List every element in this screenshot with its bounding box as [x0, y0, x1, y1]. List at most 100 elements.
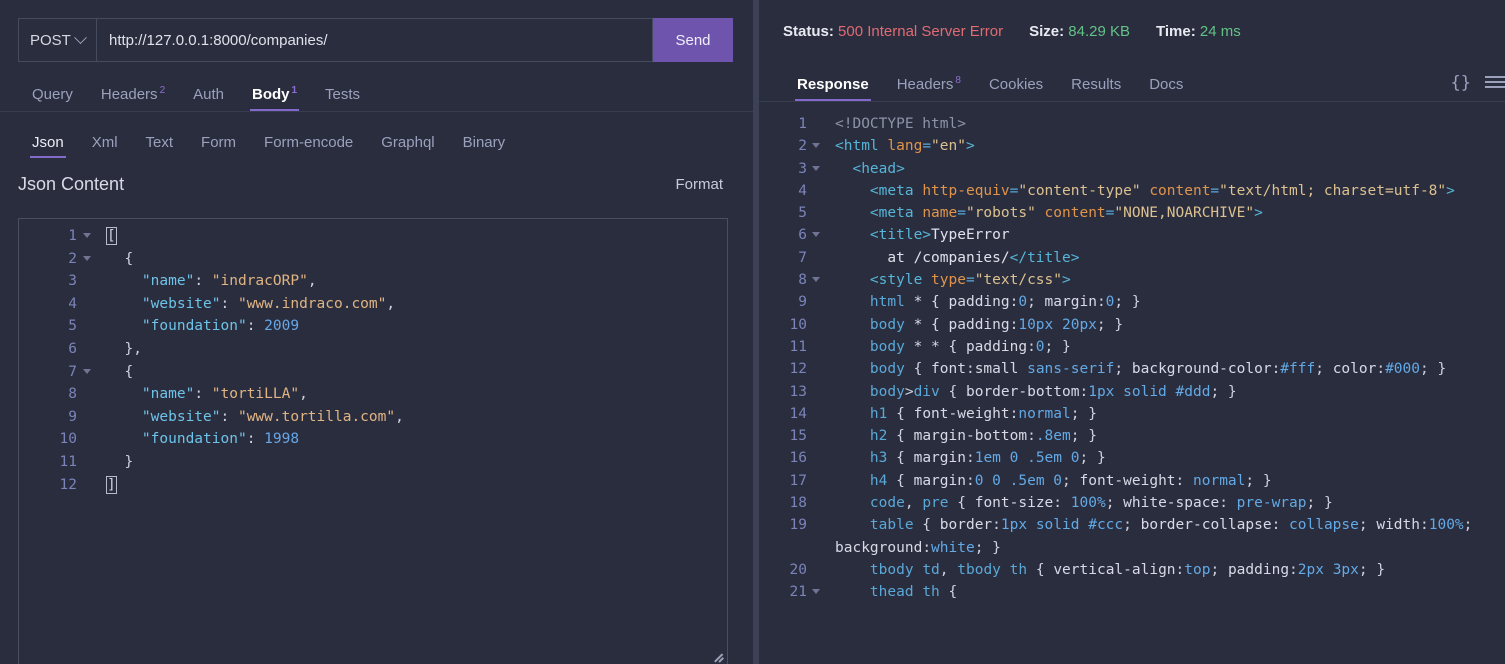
fold-arrow-icon[interactable]	[812, 165, 820, 171]
format-button[interactable]: Format	[675, 176, 723, 193]
code-token: pre	[922, 495, 949, 512]
code-line[interactable]: body * { padding:10px 20px; }	[835, 314, 1505, 336]
request-tab-auth[interactable]: Auth	[179, 87, 238, 111]
body-tab-text[interactable]: Text	[132, 135, 188, 158]
body-tab-binary[interactable]: Binary	[449, 135, 520, 158]
code-line[interactable]: body>div { border-bottom:1px solid #ddd;…	[835, 381, 1505, 403]
code-line[interactable]: body { font:small sans-serif; background…	[835, 358, 1505, 380]
size-indicator: Size: 84.29 KB	[1029, 23, 1130, 40]
fold-arrow-icon[interactable]	[812, 232, 820, 238]
code-line[interactable]: "name": "tortiLLA",	[107, 383, 727, 406]
code-line[interactable]: <title>TypeError	[835, 224, 1505, 246]
response-tab-results[interactable]: Results	[1057, 77, 1135, 101]
code-line[interactable]: "website": "www.tortilla.com",	[107, 406, 727, 429]
time-value: 24 ms	[1199, 22, 1241, 40]
code-line[interactable]: }	[107, 451, 727, 474]
fold-arrow-icon[interactable]	[83, 233, 91, 238]
code-token: ,	[307, 273, 317, 290]
response-line-numbers: 1 2 3 4 5 6 7 8 9 10 11 12 13 14 15 16 17 18 19 20 21	[759, 113, 821, 604]
code-line[interactable]: h2 { margin-bottom:.8em; }	[835, 425, 1505, 447]
code-line[interactable]: "website": "www.indraco.com",	[107, 293, 727, 316]
fold-arrow-icon[interactable]	[812, 589, 820, 595]
code-line[interactable]: table { border:1px solid #ccc; border-co…	[835, 514, 1505, 559]
json-body-editor[interactable]: 1 2 3 4 5 6 7 8 9 10 11 12 [ { "name": "indracORP",…	[18, 218, 728, 664]
code-token: "en"	[931, 138, 966, 155]
code-line[interactable]: ]	[106, 474, 727, 497]
rest-client-window: POST Send QueryHeaders2AuthBody1Tests Js…	[0, 0, 1505, 664]
code-token: {	[913, 517, 940, 534]
response-code-lines[interactable]: <!DOCTYPE html> <html lang="en"> <head> <…	[821, 113, 1505, 604]
code-line[interactable]: },	[107, 338, 727, 361]
fold-arrow-icon[interactable]	[812, 143, 820, 149]
body-tab-json[interactable]: Json	[18, 135, 78, 158]
code-token: ; }	[974, 539, 1001, 556]
request-tab-headers[interactable]: Headers 2	[87, 86, 179, 111]
code-token: ; }	[1306, 495, 1333, 512]
response-tab-docs[interactable]: Docs	[1135, 77, 1197, 101]
code-token: padding	[948, 316, 1010, 333]
code-line[interactable]: code, pre { font-size: 100%; white-space…	[835, 492, 1505, 514]
request-tab-body[interactable]: Body 1	[238, 86, 311, 111]
code-line[interactable]: html * { padding:0; margin:0; }	[835, 291, 1505, 313]
body-tab-graphql[interactable]: Graphql	[367, 135, 448, 158]
code-line[interactable]: <html lang="en">	[835, 135, 1505, 157]
code-token: ,	[299, 386, 308, 403]
code-line[interactable]: h4 { margin:0 0 .5em 0; font-weight: nor…	[835, 470, 1505, 492]
code-token: "foundation"	[141, 318, 247, 335]
code-line[interactable]: <style type="text/css">	[835, 269, 1505, 291]
code-line[interactable]: h3 { margin:1em 0 .5em 0; }	[835, 447, 1505, 469]
code-token: th	[922, 584, 940, 601]
fold-arrow-icon[interactable]	[83, 368, 91, 374]
response-tab-response[interactable]: Response	[783, 77, 883, 101]
response-body[interactable]: 1 2 3 4 5 6 7 8 9 10 11 12 13 14 15 16 17 18 19 20 21 <!DOCT…	[759, 110, 1505, 664]
http-method-select[interactable]: POST	[18, 18, 96, 62]
code-line[interactable]: at /companies/</title>	[835, 247, 1505, 269]
format-json-icon[interactable]: {}	[1437, 73, 1485, 101]
line-number: 6	[759, 224, 821, 246]
url-input[interactable]	[96, 18, 653, 62]
code-line[interactable]: tbody td, tbody th { vertical-align:top;…	[835, 559, 1505, 581]
request-tab-tests[interactable]: Tests	[311, 87, 374, 111]
code-token: >	[1062, 272, 1071, 289]
code-line[interactable]: "name": "indracORP",	[107, 270, 727, 293]
body-tab-xml[interactable]: Xml	[78, 135, 132, 158]
line-number: 5	[68, 318, 77, 335]
code-line[interactable]: <head>	[835, 158, 1505, 180]
json-code-lines[interactable]: [ { "name": "indracORP", "website": "www…	[95, 225, 727, 496]
code-line[interactable]: "foundation": 1998	[107, 428, 727, 451]
editor-resize-handle[interactable]	[711, 649, 724, 662]
hamburger-icon[interactable]	[1485, 73, 1505, 101]
fold-arrow-icon[interactable]	[812, 277, 820, 283]
line-number: 12	[59, 476, 77, 493]
request-tab-query[interactable]: Query	[18, 87, 87, 111]
code-line[interactable]: <meta http-equiv="content-type" content=…	[835, 180, 1505, 202]
code-line[interactable]: <!DOCTYPE html>	[835, 113, 1505, 135]
code-line[interactable]: {	[107, 248, 727, 271]
code-token: ; }	[1079, 450, 1106, 467]
code-line[interactable]: {	[107, 361, 727, 384]
code-line[interactable]: [	[106, 225, 727, 248]
body-tab-form-encode[interactable]: Form-encode	[250, 135, 367, 158]
code-token: :	[965, 450, 975, 467]
code-line[interactable]: "foundation": 2009	[107, 315, 727, 338]
fold-arrow-icon[interactable]	[83, 255, 91, 261]
code-line[interactable]: <meta name="robots" content="NONE,NOARCH…	[835, 202, 1505, 224]
code-token: "name"	[141, 386, 195, 403]
code-line[interactable]: h1 { font-weight:normal; }	[835, 403, 1505, 425]
body-tab-form[interactable]: Form	[187, 135, 250, 158]
code-token: font-weight	[913, 405, 1010, 422]
code-token: thead	[869, 584, 914, 601]
code-token: :	[1271, 517, 1290, 534]
response-tab-headers[interactable]: Headers 8	[883, 76, 975, 101]
response-tab-cookies[interactable]: Cookies	[975, 77, 1057, 101]
code-line[interactable]: thead th {	[835, 581, 1505, 603]
code-line[interactable]: body * * { padding:0; }	[835, 336, 1505, 358]
send-button[interactable]: Send	[653, 18, 733, 62]
code-token: ;	[1105, 495, 1124, 512]
